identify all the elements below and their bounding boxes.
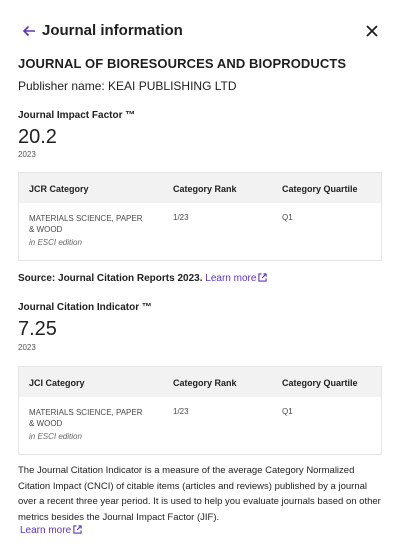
jci-value: 7.25	[18, 318, 57, 340]
learn-more-label: Learn more	[205, 273, 257, 284]
edition-label: in ESCI edition	[29, 432, 82, 441]
category-name: MATERIALS SCIENCE, PAPER & WOOD	[29, 214, 143, 234]
column-header: Category Quartile	[282, 184, 358, 194]
table-row: MATERIALS SCIENCE, PAPER & WOOD in ESCI …	[19, 397, 381, 454]
jif-year: 2023	[18, 150, 36, 159]
category-cell: MATERIALS SCIENCE, PAPER & WOOD in ESCI …	[29, 407, 149, 442]
jci-year: 2023	[18, 343, 36, 352]
category-quartile: Q1	[282, 213, 293, 222]
column-header: Category Quartile	[282, 378, 358, 388]
column-header: Category Rank	[173, 184, 237, 194]
learn-more-link[interactable]: Learn more	[205, 273, 268, 284]
column-header: Category Rank	[173, 378, 237, 388]
panel-header: Journal information	[0, 0, 409, 62]
category-quartile: Q1	[282, 407, 293, 416]
arrow-left-icon[interactable]	[22, 24, 36, 38]
table-header: JCI Category Category Rank Category Quar…	[19, 367, 381, 397]
category-cell: MATERIALS SCIENCE, PAPER & WOOD in ESCI …	[29, 213, 149, 248]
jci-category-table: JCI Category Category Rank Category Quar…	[18, 366, 382, 455]
jcr-category-table: JCR Category Category Rank Category Quar…	[18, 172, 382, 261]
jci-title: Journal Citation Indicator ™	[18, 302, 152, 313]
table-row: MATERIALS SCIENCE, PAPER & WOOD in ESCI …	[19, 203, 381, 260]
panel-title: Journal information	[42, 22, 183, 39]
journal-name: JOURNAL OF BIORESOURCES AND BIOPRODUCTS	[18, 56, 347, 71]
column-header: JCI Category	[29, 378, 85, 388]
jci-description: The Journal Citation Indicator is a meas…	[18, 465, 381, 523]
category-name: MATERIALS SCIENCE, PAPER & WOOD	[29, 408, 143, 428]
category-rank: 1/23	[173, 407, 189, 416]
column-header: JCR Category	[29, 184, 89, 194]
close-icon[interactable]	[365, 24, 379, 38]
category-rank: 1/23	[173, 213, 189, 222]
jif-value: 20.2	[18, 126, 57, 148]
table-header: JCR Category Category Rank Category Quar…	[19, 173, 381, 203]
external-link-icon	[73, 525, 82, 534]
source-line: Source: Journal Citation Reports 2023. L…	[18, 273, 268, 284]
learn-more-link[interactable]: Learn more	[20, 525, 82, 536]
jif-title: Journal Impact Factor ™	[18, 110, 136, 121]
external-link-icon	[258, 273, 268, 282]
publisher-name: Publisher name: KEAI PUBLISHING LTD	[18, 79, 237, 93]
learn-more-label: Learn more	[20, 525, 72, 536]
edition-label: in ESCI edition	[29, 238, 82, 247]
source-text: Source: Journal Citation Reports 2023.	[18, 273, 203, 284]
